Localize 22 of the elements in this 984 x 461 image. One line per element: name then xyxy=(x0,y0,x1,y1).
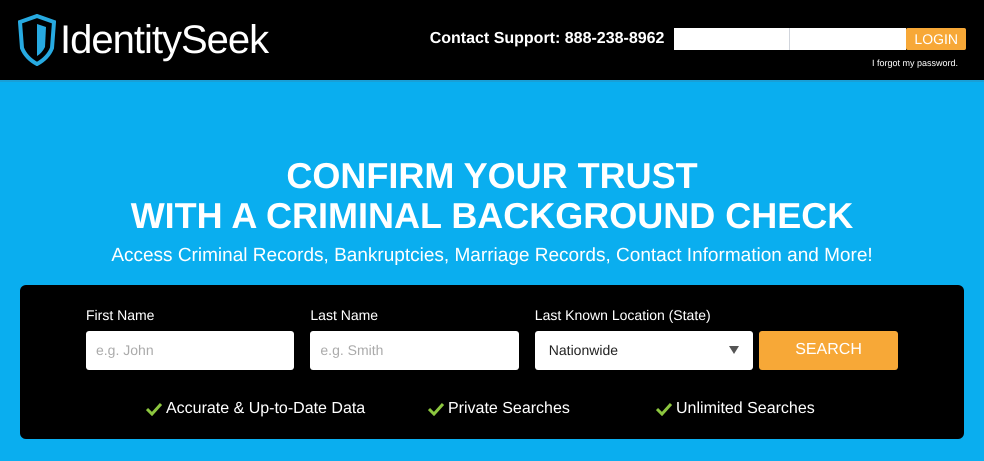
name-field[interactable]: e.g. John xyxy=(86,330,294,370)
field-label: Last Name xyxy=(310,306,380,324)
username-field[interactable] xyxy=(674,28,790,50)
forgot-password-link[interactable]: I forgot my password. xyxy=(872,57,958,71)
feature-text: Accurate & Up-to-Date Data xyxy=(166,398,366,418)
name-field[interactable]: e.g. Smith xyxy=(310,330,519,370)
hero-title: CONFIRM YOUR TRUST xyxy=(286,156,698,196)
hero-title: WITH A CRIMINAL BACKGROUND CHECK xyxy=(130,196,854,236)
feature-text: Private Searches xyxy=(448,398,570,418)
hero-subtitle: Access Criminal Records, Bankruptcies, Marriage Records, Contact Information and More! xyxy=(111,244,873,268)
contact-support: Contact Support: 888-238-8962 xyxy=(430,29,664,50)
dropdown-arrow-icon xyxy=(729,346,740,354)
field-label: First Name xyxy=(86,306,156,324)
check-icon xyxy=(656,402,672,416)
logo-text: IdentitySeek xyxy=(60,20,268,60)
check-icon xyxy=(146,402,162,416)
shield-icon xyxy=(18,14,56,66)
password-field[interactable] xyxy=(790,28,906,50)
check-icon xyxy=(428,402,444,416)
feature-text: Unlimited Searches xyxy=(676,398,815,418)
location-select[interactable]: Nationwide xyxy=(534,330,754,370)
field-label: Last Known Location (State) xyxy=(534,306,712,325)
